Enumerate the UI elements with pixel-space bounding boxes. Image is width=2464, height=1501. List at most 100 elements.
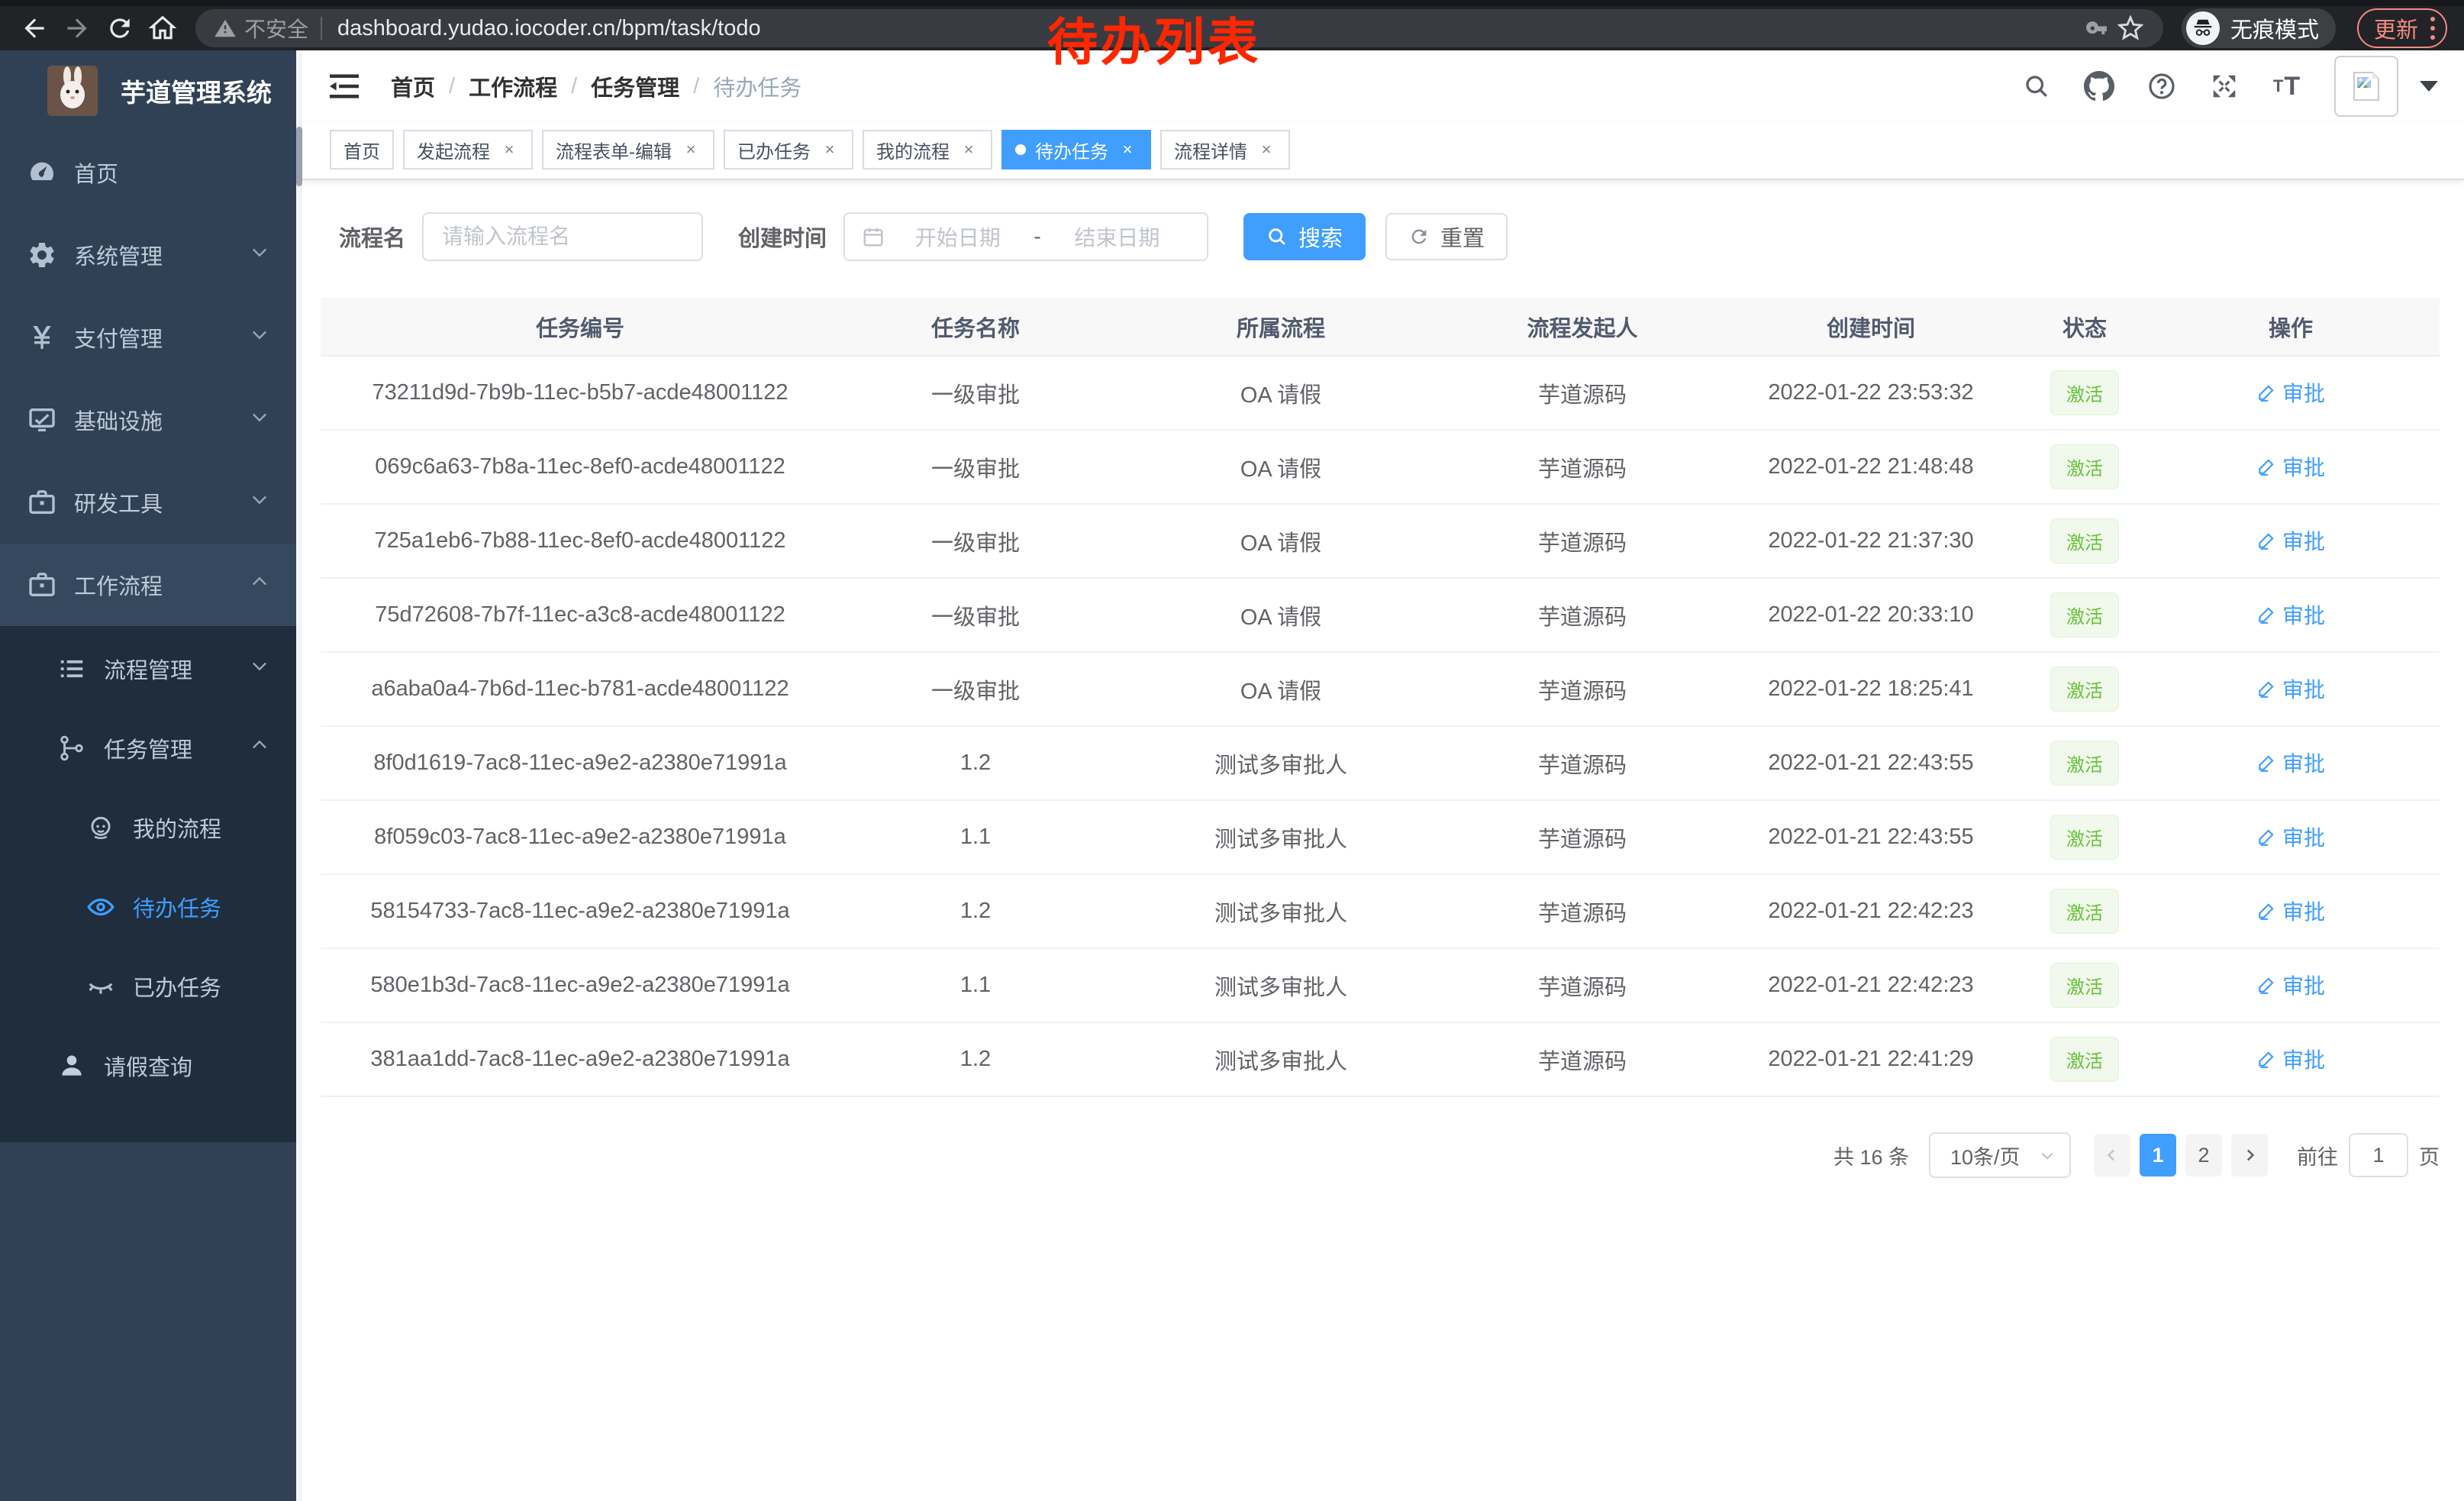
active-tab-dot [1015,144,1026,155]
browser-menu-icon[interactable] [2430,17,2435,40]
app-header: 首页 / 工作流程 / 任务管理 / 待办任务 [302,50,2464,122]
task-name-cell: 一级审批 [840,430,1111,504]
user-avatar[interactable] [2334,56,2398,117]
table-row[interactable]: 8f059c03-7ac8-11ec-a9e2-a2380e71991a 1.1… [321,800,2440,874]
edit-pen-icon [2256,605,2276,625]
table-row[interactable]: 8f0d1619-7ac8-11ec-a9e2-a2380e71991a 1.2… [321,726,2440,800]
avatar-dropdown-caret[interactable] [2420,81,2438,92]
task-id-cell: a6aba0a4-7b6d-11ec-b781-acde48001122 [321,652,840,726]
browser-forward-icon[interactable] [60,11,95,46]
approve-link[interactable]: 审批 [2256,673,2325,704]
reset-button[interactable]: 重置 [1385,213,1508,260]
sidebar-item-my-process[interactable]: 我的流程 [0,788,302,867]
breadcrumb-home[interactable]: 首页 [391,70,435,102]
table-row[interactable]: 58154733-7ac8-11ec-a9e2-a2380e71991a 1.2… [321,874,2440,948]
table-row[interactable]: 725a1eb6-7b88-11ec-8ef0-acde48001122 一级审… [321,504,2440,578]
sidebar-scrollbar-thumb[interactable] [296,127,302,186]
sidebar-item-label: 工作流程 [74,569,163,601]
close-icon[interactable]: × [820,140,840,160]
page-1-button[interactable]: 1 [2140,1134,2176,1177]
process-cell: OA 请假 [1111,578,1450,652]
table-row[interactable]: 580e1b3d-7ac8-11ec-a9e2-a2380e71991a 1.1… [321,948,2440,1022]
approve-link[interactable]: 审批 [2256,747,2325,778]
page-size-select[interactable]: 10条/页 [1929,1132,2071,1178]
breadcrumb-workflow[interactable]: 工作流程 [469,70,557,102]
fullscreen-icon[interactable] [2209,71,2240,102]
approve-link[interactable]: 审批 [2256,896,2325,926]
process-cell: 测试多审批人 [1111,1022,1450,1096]
status-badge: 激活 [2050,815,2119,860]
tab-start-process[interactable]: 发起流程× [403,130,533,169]
sidebar-item-leave-query[interactable]: 请假查询 [0,1026,302,1106]
tab-home[interactable]: 首页 [330,130,394,169]
page-2-button[interactable]: 2 [2185,1134,2222,1177]
goto-page-input[interactable] [2349,1133,2408,1177]
approve-link[interactable]: 审批 [2256,525,2325,556]
process-name-input[interactable] [422,212,703,261]
approve-link[interactable]: 审批 [2256,970,2325,1000]
create-time-cell: 2022-01-22 18:25:41 [1714,652,2027,726]
search-icon[interactable] [2021,71,2052,102]
close-icon[interactable]: × [959,140,979,160]
browser-update-button[interactable]: 更新 [2357,8,2447,48]
close-icon[interactable]: × [1256,140,1276,160]
content: 流程名 创建时间 开始日期 - 结束日期 搜索 重 [302,180,2464,1501]
sidebar-item-system[interactable]: 系统管理 [0,214,302,296]
sidebar-collapse-icon[interactable] [328,71,362,102]
approve-link[interactable]: 审批 [2256,377,2325,408]
approve-link[interactable]: 审批 [2256,451,2325,482]
sidebar-item-dev-tools[interactable]: 研发工具 [0,461,302,544]
browser-back-icon[interactable] [17,11,52,46]
table-row[interactable]: 73211d9d-7b9b-11ec-b5b7-acde48001122 一级审… [321,356,2440,430]
sidebar-item-payment[interactable]: 支付管理 [0,296,302,379]
sidebar-item-workflow[interactable]: 工作流程 [0,544,302,626]
date-range-picker[interactable]: 开始日期 - 结束日期 [843,212,1208,261]
browser-home-icon[interactable] [145,11,180,46]
close-icon[interactable]: × [1118,140,1137,160]
close-icon[interactable]: × [499,140,519,160]
tab-form-edit[interactable]: 流程表单-编辑× [542,130,714,169]
edit-pen-icon [2256,901,2276,921]
tab-my-process[interactable]: 我的流程× [863,130,992,169]
browser-reload-icon[interactable] [102,11,137,46]
tab-done-tasks[interactable]: 已办任务× [724,130,853,169]
sidebar-item-done-tasks[interactable]: 已办任务 [0,947,302,1026]
annotation-overlay-text: 待办列表 [1047,2,1261,75]
sidebar-item-task-management[interactable]: 任务管理 [0,709,302,788]
close-icon[interactable]: × [681,140,701,160]
sidebar-scrollbar-track [296,50,302,1501]
approve-link[interactable]: 审批 [2256,822,2325,852]
breadcrumb-task-management[interactable]: 任务管理 [591,70,679,102]
approve-link[interactable]: 审批 [2256,599,2325,630]
approve-link[interactable]: 审批 [2256,1044,2325,1074]
header-actions: TT [2021,56,2438,117]
status-badge: 激活 [2050,370,2119,415]
process-cell: 测试多审批人 [1111,948,1450,1022]
next-page-button[interactable] [2231,1134,2268,1177]
table-row[interactable]: 069c6a63-7b8a-11ec-8ef0-acde48001122 一级审… [321,430,2440,504]
task-id-cell: 725a1eb6-7b88-11ec-8ef0-acde48001122 [321,504,840,578]
app-logo-avatar [47,66,98,116]
password-key-icon[interactable] [2082,11,2113,46]
tab-todo-tasks[interactable]: 待办任务× [1001,130,1151,169]
starter-cell: 芋道源码 [1450,652,1714,726]
table-row[interactable]: 381aa1dd-7ac8-11ec-a9e2-a2380e71991a 1.2… [321,1022,2440,1096]
search-button[interactable]: 搜索 [1243,213,1366,260]
font-size-icon[interactable]: TT [2272,71,2302,102]
sidebar-logo-row[interactable]: 芋道管理系统 [0,50,302,131]
toolbox-icon [25,487,59,518]
sidebar-item-process-management[interactable]: 流程管理 [0,629,302,709]
prev-page-button[interactable] [2094,1134,2130,1177]
github-icon[interactable] [2084,71,2114,102]
help-icon[interactable] [2146,71,2177,102]
table-row[interactable]: 75d72608-7b7f-11ec-a3c8-acde48001122 一级审… [321,578,2440,652]
bookmark-star-icon[interactable] [2113,11,2148,46]
col-starter: 流程发起人 [1450,298,1714,356]
sidebar-item-todo-tasks[interactable]: 待办任务 [0,867,302,947]
table-row[interactable]: a6aba0a4-7b6d-11ec-b781-acde48001122 一级审… [321,652,2440,726]
tab-process-detail[interactable]: 流程详情× [1160,130,1290,169]
sidebar-item-infrastructure[interactable]: 基础设施 [0,379,302,461]
create-time-cell: 2022-01-22 21:48:48 [1714,430,2027,504]
process-cell: OA 请假 [1111,356,1450,430]
sidebar-item-home[interactable]: 首页 [0,131,302,214]
